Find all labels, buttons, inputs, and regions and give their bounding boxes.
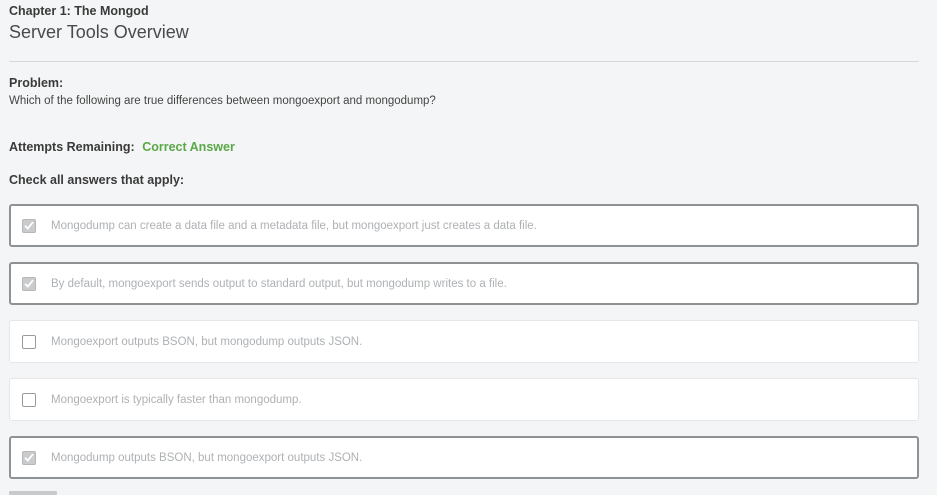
answer-option-5[interactable]: Mongodump outputs BSON, but mongoexport … — [9, 436, 919, 479]
quiz-page: Chapter 1: The Mongod Server Tools Overv… — [0, 0, 937, 495]
attempts-remaining: Attempts Remaining: Correct Answer — [9, 140, 235, 154]
answer-option-1[interactable]: Mongodump can create a data file and a m… — [9, 204, 919, 247]
answer-option-2[interactable]: By default, mongoexport sends output to … — [9, 262, 919, 305]
page-title: Server Tools Overview — [9, 22, 189, 42]
checkbox[interactable] — [22, 450, 36, 465]
answer-list: Mongodump can create a data file and a m… — [9, 204, 919, 494]
answer-text: Mongodump can create a data file and a m… — [51, 219, 537, 232]
checkbox[interactable] — [22, 392, 36, 407]
answer-text: Mongoexport outputs BSON, but mongodump … — [51, 335, 363, 348]
attempts-label: Attempts Remaining: — [9, 140, 135, 154]
checkbox[interactable] — [22, 276, 36, 291]
attempts-status: Correct Answer — [142, 140, 235, 154]
problem-text: Which of the following are true differen… — [9, 95, 436, 107]
answer-text: Mongodump outputs BSON, but mongoexport … — [51, 451, 363, 464]
check-icon — [24, 279, 34, 288]
chapter-label: Chapter 1: The Mongod — [9, 4, 149, 18]
checkbox[interactable] — [22, 218, 36, 233]
answer-text: By default, mongoexport sends output to … — [51, 277, 507, 290]
divider — [9, 61, 919, 62]
answer-option-4[interactable]: Mongoexport is typically faster than mon… — [9, 378, 919, 421]
problem-label: Problem: — [9, 76, 64, 90]
answer-text: Mongoexport is typically faster than mon… — [51, 393, 302, 406]
truncated-text — [9, 489, 69, 495]
check-icon — [24, 221, 34, 230]
checkbox[interactable] — [22, 334, 36, 349]
instructions: Check all answers that apply: — [9, 173, 185, 187]
answer-option-3[interactable]: Mongoexport outputs BSON, but mongodump … — [9, 320, 919, 363]
check-icon — [24, 453, 34, 462]
